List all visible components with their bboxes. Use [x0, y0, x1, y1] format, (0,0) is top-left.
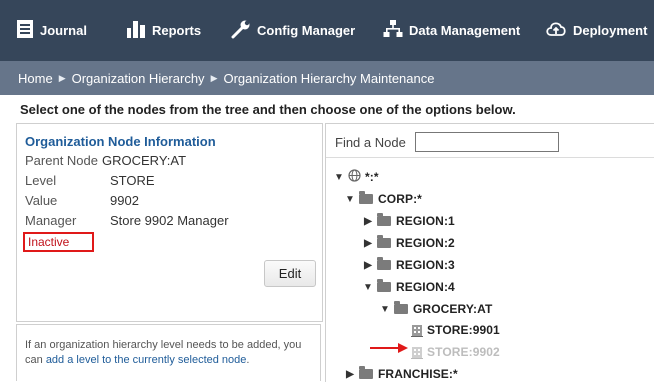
tree-node-label: REGION:1 — [396, 214, 455, 228]
node-information-panel: Organization Node Information Parent Nod… — [16, 123, 323, 322]
help-text-box: If an organization hierarchy level needs… — [16, 324, 321, 381]
store-building-icon — [411, 323, 423, 337]
manager-row: Manager Store 9902 Manager — [25, 213, 229, 228]
breadcrumb-separator-icon: ▶ — [58, 72, 66, 83]
nav-data-management-label: Data Management — [409, 23, 521, 38]
tree-node-root[interactable]: ▼ *:* — [334, 169, 379, 185]
tree-node-label: *:* — [365, 170, 379, 184]
journal-icon — [16, 19, 34, 42]
help-text-suffix: . — [246, 354, 250, 366]
folder-icon — [377, 213, 391, 226]
breadcrumb-organization-hierarchy[interactable]: Organization Hierarchy — [72, 71, 205, 86]
find-node-label: Find a Node — [335, 135, 406, 150]
collapsed-arrow-icon[interactable]: ▶ — [363, 216, 373, 227]
tree-node-label: REGION:2 — [396, 236, 455, 250]
expanded-arrow-icon[interactable]: ▼ — [380, 304, 390, 315]
manager-value: Store 9902 Manager — [110, 213, 229, 228]
hierarchy-icon — [383, 19, 403, 42]
top-navigation-bar: Journal Reports Config Manager Data Mana… — [0, 0, 654, 61]
instruction-text: Select one of the nodes from the tree an… — [20, 102, 516, 117]
nav-journal[interactable]: Journal — [16, 0, 87, 61]
tree-node-label: REGION:4 — [396, 280, 455, 294]
level-value: STORE — [110, 173, 155, 188]
breadcrumb-current-page: Organization Hierarchy Maintenance — [223, 70, 435, 86]
collapsed-arrow-icon[interactable]: ▶ — [345, 369, 355, 380]
expanded-arrow-icon[interactable]: ▼ — [363, 282, 373, 293]
tree-node-label: REGION:3 — [396, 258, 455, 272]
value-label: Value — [25, 193, 58, 208]
nav-config-manager-label: Config Manager — [257, 23, 356, 38]
red-arrow-icon — [370, 343, 408, 353]
nav-config-manager[interactable]: Config Manager — [231, 0, 355, 61]
level-row: Level STORE — [25, 173, 155, 188]
folder-icon — [377, 257, 391, 270]
nav-deployment[interactable]: Deployment — [545, 0, 647, 61]
folder-icon — [359, 191, 373, 204]
tree-node-region-3[interactable]: ▶ REGION:3 — [363, 257, 455, 272]
tree-node-region-4[interactable]: ▼ REGION:4 — [363, 279, 455, 294]
collapsed-arrow-icon[interactable]: ▶ — [363, 238, 373, 249]
nav-reports[interactable]: Reports — [126, 0, 201, 61]
nav-reports-label: Reports — [152, 23, 202, 38]
edit-button[interactable]: Edit — [264, 260, 316, 287]
folder-icon — [359, 366, 373, 379]
nav-data-management[interactable]: Data Management — [383, 0, 520, 61]
tree-node-franchise[interactable]: ▶ FRANCHISE:* — [345, 366, 458, 381]
folder-icon — [377, 235, 391, 248]
breadcrumb-home[interactable]: Home — [18, 71, 53, 86]
expanded-arrow-icon[interactable]: ▼ — [345, 194, 355, 205]
tree-node-label: CORP:* — [378, 192, 422, 206]
folder-icon — [394, 301, 408, 314]
parent-node-value: GROCERY:AT — [102, 153, 187, 168]
breadcrumb: Home ▶ Organization Hierarchy ▶ Organiza… — [0, 61, 654, 95]
tree-node-label: STORE:9902 — [427, 345, 500, 359]
tree-node-region-1[interactable]: ▶ REGION:1 — [363, 213, 455, 228]
wrench-icon — [231, 19, 251, 42]
tree-node-grocery-at[interactable]: ▼ GROCERY:AT — [380, 301, 493, 316]
tree-node-store-9902[interactable]: STORE:9902 — [411, 345, 500, 359]
add-level-link[interactable]: add a level to the currently selected no… — [46, 354, 247, 366]
globe-icon — [348, 169, 361, 185]
level-label: Level — [25, 173, 57, 188]
tree-node-corp[interactable]: ▼ CORP:* — [345, 191, 422, 206]
nav-deployment-label: Deployment — [573, 23, 648, 38]
nav-journal-label: Journal — [40, 23, 87, 38]
manager-label: Manager — [25, 213, 77, 228]
tree-node-store-9901[interactable]: STORE:9901 — [411, 323, 500, 337]
inactive-status-badge: Inactive — [23, 232, 94, 252]
tree-node-label: STORE:9901 — [427, 323, 500, 337]
collapsed-arrow-icon[interactable]: ▶ — [363, 260, 373, 271]
tree-divider — [326, 157, 654, 158]
value-value: 9902 — [110, 193, 139, 208]
tree-node-region-2[interactable]: ▶ REGION:2 — [363, 235, 455, 250]
upload-cloud-icon — [545, 19, 567, 42]
parent-node-row: Parent Node GROCERY:AT — [25, 153, 186, 168]
reports-bar-chart-icon — [126, 19, 146, 42]
expanded-arrow-icon[interactable]: ▼ — [334, 172, 344, 183]
folder-icon — [377, 279, 391, 292]
tree-node-label: FRANCHISE:* — [378, 367, 458, 381]
breadcrumb-separator-icon: ▶ — [210, 72, 218, 83]
value-row: Value 9902 — [25, 193, 139, 208]
node-information-title: Organization Node Information — [25, 134, 216, 149]
tree-node-label: GROCERY:AT — [413, 302, 493, 316]
find-node-input[interactable] — [415, 132, 559, 152]
store-building-icon — [411, 345, 423, 359]
parent-node-label: Parent Node — [25, 153, 98, 168]
